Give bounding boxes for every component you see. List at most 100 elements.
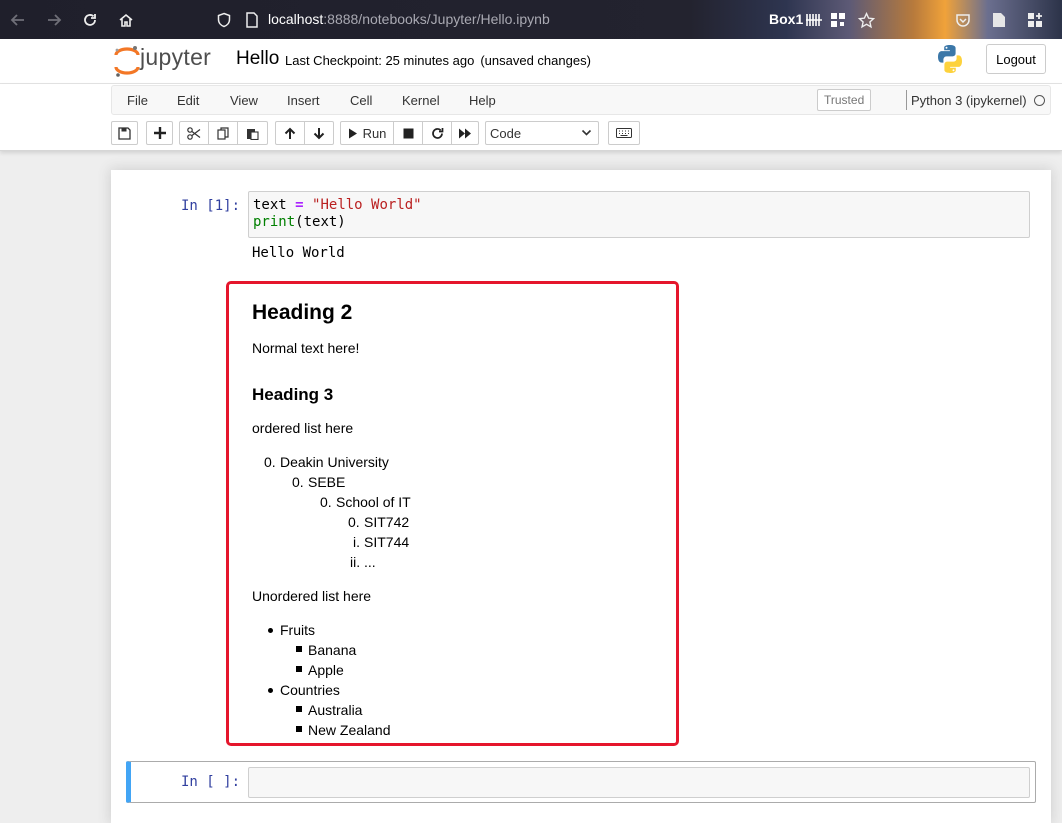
code-builtin: print	[253, 214, 296, 230]
ul-item: Fruits	[280, 622, 315, 638]
ol-item: SIT742	[364, 514, 410, 530]
checkpoint-status: Last Checkpoint: 25 minutes ago (unsaved …	[285, 53, 591, 68]
ul-item: Countries	[280, 682, 340, 698]
run-label: Run	[362, 125, 387, 141]
menu-help[interactable]: Help	[469, 93, 496, 108]
url-host: localhost	[268, 11, 324, 27]
ol-marker: 0.	[292, 474, 304, 490]
save-icon	[118, 126, 131, 140]
page-icon[interactable]	[242, 10, 262, 30]
ol-marker: 0.	[348, 514, 360, 530]
ol-marker: 0.	[264, 454, 276, 470]
unsaved-changes-text: (unsaved changes)	[480, 53, 591, 68]
reload-icon[interactable]	[80, 10, 100, 30]
url-bar[interactable]: localhost:8888/notebooks/Jupyter/Hello.i…	[268, 10, 550, 28]
toolbar: Run Code	[111, 121, 1051, 147]
md-paragraph-unordered-intro: Unordered list here	[252, 588, 372, 604]
code-cell-input[interactable]: text = "Hello World" print(text)	[248, 191, 1030, 238]
save-button[interactable]	[111, 121, 138, 145]
restart-run-all-button[interactable]	[452, 121, 479, 145]
logout-button[interactable]: Logout	[986, 44, 1046, 74]
fast-forward-icon	[459, 128, 471, 138]
checkpoint-text: Last Checkpoint: 25 minutes ago	[285, 53, 475, 68]
extensions-icon[interactable]	[1025, 10, 1045, 30]
command-palette-button[interactable]	[608, 121, 640, 145]
restart-button[interactable]	[423, 121, 452, 145]
code-string: "Hello World"	[312, 197, 422, 213]
reader-icon[interactable]	[989, 10, 1009, 30]
ul-item: Banana	[308, 642, 357, 658]
menu-view[interactable]: View	[230, 93, 258, 108]
paste-icon	[247, 128, 259, 140]
code-operator: =	[295, 197, 304, 213]
ol-item: Deakin University	[280, 454, 389, 470]
ul-item: Australia	[308, 702, 363, 718]
copy-button[interactable]	[209, 121, 238, 145]
md-paragraph-normal: Normal text here!	[252, 340, 360, 356]
notebook-name[interactable]: Hello	[236, 48, 279, 70]
arrow-up-icon	[284, 127, 296, 139]
ol-item: School of IT	[336, 494, 411, 510]
browser-toolbar: localhost:8888/notebooks/Jupyter/Hello.i…	[0, 0, 1062, 39]
code-editor[interactable]: text = "Hello World" print(text)	[253, 197, 422, 231]
menu-toolbar-area: File Edit View Insert Cell Kernel Help T…	[0, 84, 1062, 151]
empty-cell-input[interactable]	[248, 767, 1030, 798]
move-down-button[interactable]	[305, 121, 334, 145]
insert-cell-button[interactable]	[146, 121, 173, 145]
cell-type-value: Code	[490, 125, 522, 141]
menu-insert[interactable]: Insert	[287, 93, 320, 108]
extension-label[interactable]: Box1	[769, 10, 803, 28]
code-cell-prompt: In [1]:	[181, 198, 241, 214]
bullet-square-icon	[296, 706, 302, 712]
interrupt-button[interactable]	[394, 121, 423, 145]
stop-icon	[403, 128, 413, 138]
copy-icon	[216, 126, 229, 140]
forward-icon[interactable]	[44, 10, 64, 30]
python-logo-icon	[938, 45, 962, 73]
menu-edit[interactable]: Edit	[177, 93, 199, 108]
kernel-separator	[906, 90, 907, 110]
restart-icon	[431, 127, 443, 139]
cut-button[interactable]	[179, 121, 209, 145]
trusted-indicator[interactable]: Trusted	[817, 89, 872, 111]
move-up-button[interactable]	[275, 121, 305, 145]
notebook-container: In [1]: text = "Hello World" print(text)…	[111, 170, 1051, 823]
md-heading-3: Heading 3	[252, 385, 334, 404]
ul-item: Apple	[308, 662, 344, 678]
menu-file[interactable]: File	[127, 93, 148, 108]
bullet-square-icon	[296, 726, 302, 732]
ol-item: ...	[364, 554, 376, 570]
arrow-down-icon	[313, 127, 325, 139]
paste-button[interactable]	[238, 121, 268, 145]
md-heading-2: Heading 2	[252, 301, 353, 324]
home-icon[interactable]	[116, 10, 136, 30]
code-call-args: (text)	[295, 214, 346, 230]
bullet-disc-icon	[268, 628, 273, 633]
extension-grid-icon[interactable]	[804, 10, 824, 30]
plus-icon	[153, 127, 166, 139]
back-icon[interactable]	[8, 10, 28, 30]
ol-item: SIT744	[364, 534, 410, 550]
ol-marker: 0.	[320, 494, 332, 510]
ul-item: New Zealand	[308, 722, 391, 738]
jupyter-logo-text: jupyter	[140, 44, 212, 70]
menu-cell[interactable]: Cell	[350, 93, 372, 108]
cell-type-select[interactable]: Code	[485, 121, 599, 145]
ol-item: SEBE	[308, 474, 346, 490]
chevron-down-icon	[581, 129, 592, 136]
code-cell-output: Hello World	[252, 245, 345, 261]
kernel-name[interactable]: Python 3 (ipykernel)	[911, 93, 1027, 108]
menubar: File Edit View Insert Cell Kernel Help T…	[111, 85, 1051, 115]
bullet-disc-icon	[268, 688, 273, 693]
bullet-square-icon	[296, 666, 302, 672]
shield-icon[interactable]	[214, 10, 234, 30]
empty-cell-prompt: In [ ]:	[181, 774, 241, 790]
menu-kernel[interactable]: Kernel	[402, 93, 440, 108]
pocket-icon[interactable]	[953, 10, 973, 30]
code-var: text	[253, 197, 287, 213]
notebook-header: jupyter Hello Last Checkpoint: 25 minute…	[0, 39, 1062, 84]
star-icon[interactable]	[856, 10, 876, 30]
run-button[interactable]: Run	[340, 121, 394, 145]
keyboard-icon	[616, 128, 632, 138]
qr-icon[interactable]	[828, 10, 848, 30]
